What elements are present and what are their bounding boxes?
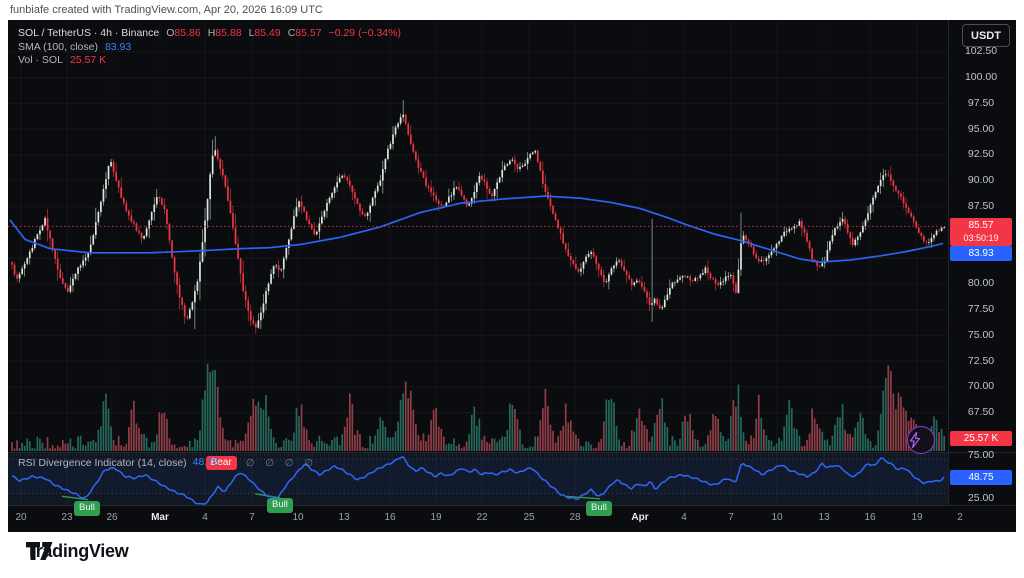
time-axis-label: 23 bbox=[61, 512, 72, 523]
sma-legend-label: SMA (100, close) bbox=[18, 41, 98, 53]
time-axis-label: 16 bbox=[864, 512, 875, 523]
price-axis[interactable]: USDT 85.5703:50:19 83.93 25.57 K 48.75 1… bbox=[948, 20, 1016, 505]
time-axis-label: Mar bbox=[151, 512, 169, 523]
time-axis-label: 19 bbox=[430, 512, 441, 523]
close-value: 85.57 bbox=[295, 27, 321, 39]
price-tick-label: 70.00 bbox=[950, 380, 1012, 393]
volume-legend-label: Vol · SOL bbox=[18, 54, 63, 66]
time-axis[interactable]: 20 23 26 Mar 4 7 10 13 16 19 22 25 28 Apr 4 7 10 13 16 19 2 bbox=[8, 505, 1016, 532]
time-axis-label: 13 bbox=[338, 512, 349, 523]
price-tick-label: 80.00 bbox=[950, 277, 1012, 290]
open-value: 85.86 bbox=[174, 27, 200, 39]
rsi-tick-label: 75.00 bbox=[950, 449, 1012, 462]
time-axis-label: 2 bbox=[957, 512, 963, 523]
rsi-value-wrap: Bear48.75 bbox=[193, 456, 237, 470]
high-value: 85.88 bbox=[215, 27, 241, 39]
price-tick-label: 75.00 bbox=[950, 329, 1012, 342]
rsi-legend: RSI Divergence Indicator (14, close) Bea… bbox=[18, 456, 317, 470]
instant-trading-button[interactable] bbox=[907, 426, 935, 454]
symbol-title: SOL / TetherUS · 4h · Binance bbox=[18, 27, 159, 39]
countdown-timer: 03:50:19 bbox=[950, 232, 1012, 244]
last-price-badge: 85.5703:50:19 bbox=[950, 218, 1012, 246]
rsi-legend-value: 48.75 bbox=[193, 456, 219, 468]
price-tick-label: 102.50 bbox=[950, 45, 1012, 58]
time-axis-label: 7 bbox=[249, 512, 255, 523]
price-tick-label: 95.00 bbox=[950, 123, 1012, 136]
time-axis-label: 4 bbox=[202, 512, 208, 523]
footer-bar: TradingView bbox=[0, 532, 1024, 578]
volume-value-badge: 25.57 K bbox=[950, 431, 1012, 446]
change-value: −0.29 (−0.34%) bbox=[329, 27, 401, 39]
currency-toggle-button[interactable]: USDT bbox=[962, 24, 1010, 47]
price-tick-label: 72.50 bbox=[950, 355, 1012, 368]
price-tick-label: 77.50 bbox=[950, 303, 1012, 316]
rsi-empty-plots: ∅ ∅ ∅ ∅ bbox=[246, 458, 317, 469]
sma-value-badge: 83.93 bbox=[950, 246, 1012, 261]
time-axis-label: 28 bbox=[569, 512, 580, 523]
time-axis-label: Apr bbox=[631, 512, 648, 523]
time-axis-label: 22 bbox=[476, 512, 487, 523]
time-axis-label: 19 bbox=[911, 512, 922, 523]
time-axis-label: 25 bbox=[523, 512, 534, 523]
price-tick-label: 100.00 bbox=[950, 71, 1012, 84]
watermark-text: funbiafe created with TradingView.com, A… bbox=[10, 4, 323, 16]
bull-divergence-badge: Bull bbox=[74, 501, 100, 516]
time-axis-label: 13 bbox=[818, 512, 829, 523]
pane-separator[interactable] bbox=[8, 452, 1016, 453]
bull-divergence-badge: Bull bbox=[267, 498, 293, 513]
price-tick-label: 97.50 bbox=[950, 97, 1012, 110]
price-tick-label: 92.50 bbox=[950, 148, 1012, 161]
axis-separator bbox=[8, 505, 1016, 506]
chart-container: SOL / TetherUS · 4h · BinanceO85.86H85.8… bbox=[8, 20, 1016, 532]
time-axis-label: 7 bbox=[728, 512, 734, 523]
volume-legend-value: 25.57 K bbox=[70, 54, 106, 66]
tradingview-mark-icon bbox=[26, 542, 53, 561]
low-value: 85.49 bbox=[254, 27, 280, 39]
rsi-value-badge: 48.75 bbox=[950, 470, 1012, 485]
lightning-icon bbox=[908, 432, 922, 448]
time-axis-label: 26 bbox=[106, 512, 117, 523]
price-pane-canvas[interactable] bbox=[8, 20, 948, 452]
sma-legend-value: 83.93 bbox=[105, 41, 131, 53]
price-tick-label: 90.00 bbox=[950, 174, 1012, 187]
rsi-tick-label: 25.00 bbox=[950, 492, 1012, 505]
rsi-legend-label: RSI Divergence Indicator (14, close) bbox=[18, 457, 187, 469]
time-axis-label: 4 bbox=[681, 512, 687, 523]
bull-divergence-badge: Bull bbox=[586, 501, 612, 516]
time-axis-label: 16 bbox=[384, 512, 395, 523]
symbol-legend: SOL / TetherUS · 4h · BinanceO85.86H85.8… bbox=[18, 27, 401, 68]
price-tick-label: 87.50 bbox=[950, 200, 1012, 213]
price-tick-label: 67.50 bbox=[950, 406, 1012, 419]
tradingview-logo[interactable]: TradingView bbox=[26, 541, 128, 562]
time-axis-label: 10 bbox=[292, 512, 303, 523]
time-axis-label: 10 bbox=[771, 512, 782, 523]
time-axis-label: 20 bbox=[15, 512, 26, 523]
